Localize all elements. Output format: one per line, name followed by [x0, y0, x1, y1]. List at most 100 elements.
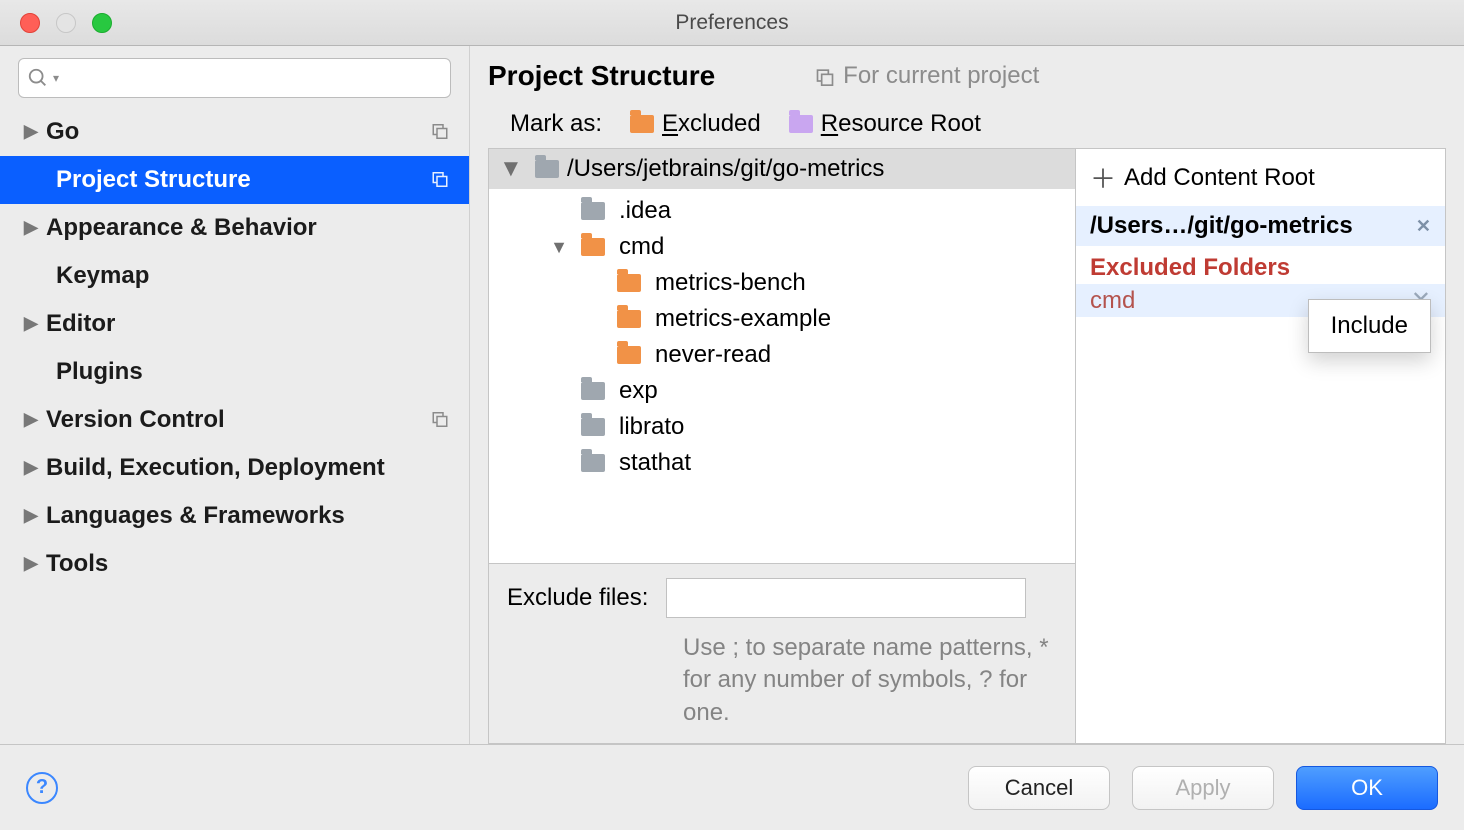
chevron-right-icon: ▶ — [24, 217, 46, 238]
tree-item[interactable]: .idea — [489, 193, 1075, 229]
window-controls — [0, 13, 112, 33]
folder-icon — [581, 382, 605, 400]
tree-item[interactable]: metrics-example — [489, 301, 1075, 337]
mark-resource-label: esource Root — [838, 110, 981, 137]
chevron-right-icon: ▶ — [24, 313, 46, 334]
plus-icon: ＋ — [1090, 159, 1116, 196]
chevron-right-icon: ▶ — [24, 121, 46, 142]
page-title: Project Structure — [488, 60, 715, 92]
chevron-down-icon[interactable]: ▼ — [545, 237, 573, 258]
exclude-files-panel: Exclude files: Use ; to separate name pa… — [489, 563, 1075, 743]
mark-resource-root[interactable]: Resource Root — [789, 110, 981, 138]
chevron-right-icon: ▶ — [24, 553, 46, 574]
tree-item-label: exp — [619, 377, 658, 405]
tree-item-label: stathat — [619, 449, 691, 477]
nav-item-project-structure[interactable]: Project Structure — [0, 156, 469, 204]
tree-item-label: never-read — [655, 341, 771, 369]
tree-item-label: .idea — [619, 197, 671, 225]
tree-item[interactable]: never-read — [489, 337, 1075, 373]
nav-label: Plugins — [56, 358, 143, 386]
dialog-footer: ? Cancel Apply OK — [0, 744, 1464, 830]
minimize-window-button[interactable] — [56, 13, 76, 33]
folder-icon — [581, 454, 605, 472]
preferences-sidebar: ▾ ▶ Go Project Structure ▶ Appearance & … — [0, 46, 470, 744]
tree-item[interactable]: ▼ cmd — [489, 229, 1075, 265]
cancel-button[interactable]: Cancel — [968, 766, 1110, 810]
search-input[interactable] — [59, 67, 442, 90]
apply-button[interactable]: Apply — [1132, 766, 1274, 810]
help-button[interactable]: ? — [26, 772, 58, 804]
nav-item-appearance-behavior[interactable]: ▶ Appearance & Behavior — [0, 204, 469, 252]
tree-item[interactable]: exp — [489, 373, 1075, 409]
ok-button[interactable]: OK — [1296, 766, 1438, 810]
nav-item-version-control[interactable]: ▶ Version Control — [0, 396, 469, 444]
nav-item-languages-frameworks[interactable]: ▶ Languages & Frameworks — [0, 492, 469, 540]
main-panel: Project Structure For current project Ma… — [470, 46, 1464, 744]
folder-icon — [581, 238, 605, 256]
scope-label: For current project — [843, 62, 1039, 90]
mark-excluded[interactable]: Excluded — [630, 110, 761, 138]
nav-item-keymap[interactable]: Keymap — [0, 252, 469, 300]
excluded-folder-label: cmd — [1090, 287, 1135, 315]
nav-label: Editor — [46, 310, 115, 338]
tree-root-row[interactable]: ▼ /Users/jetbrains/git/go-metrics — [489, 149, 1075, 189]
nav-label: Build, Execution, Deployment — [46, 454, 385, 482]
exclude-hint: Use ; to separate name patterns, * for a… — [683, 632, 1057, 729]
tree-item[interactable]: stathat — [489, 445, 1075, 481]
close-window-button[interactable] — [20, 13, 40, 33]
folder-icon — [581, 418, 605, 436]
tree-item[interactable]: metrics-bench — [489, 265, 1075, 301]
nav-label: Project Structure — [56, 166, 251, 194]
nav-item-tools[interactable]: ▶ Tools — [0, 540, 469, 588]
add-content-root-button[interactable]: ＋ Add Content Root — [1076, 149, 1445, 206]
chevron-down-icon[interactable]: ▼ — [499, 155, 527, 183]
preferences-search[interactable]: ▾ — [18, 58, 451, 98]
nav-label: Tools — [46, 550, 108, 578]
nav-item-plugins[interactable]: Plugins — [0, 348, 469, 396]
excluded-folders-header: Excluded Folders — [1076, 246, 1445, 284]
chevron-right-icon: ▶ — [24, 409, 46, 430]
folder-icon — [535, 160, 559, 178]
nav-label: Keymap — [56, 262, 149, 290]
nav-label: Version Control — [46, 406, 225, 434]
context-menu: Include — [1308, 299, 1431, 353]
folder-excluded-icon — [630, 115, 654, 133]
tree-root-label: /Users/jetbrains/git/go-metrics — [567, 155, 884, 183]
nav-item-editor[interactable]: ▶ Editor — [0, 300, 469, 348]
scope-indicator: For current project — [815, 62, 1039, 90]
search-icon — [27, 67, 49, 89]
nav-label: Go — [46, 118, 79, 146]
folder-icon — [617, 310, 641, 328]
folder-icon — [617, 274, 641, 292]
folder-icon — [617, 346, 641, 364]
content-tree: ▼ /Users/jetbrains/git/go-metrics .idea ▼… — [489, 149, 1075, 743]
project-scope-icon — [815, 66, 835, 86]
project-scope-icon — [431, 406, 449, 434]
nav-item-build-execution-deployment[interactable]: ▶ Build, Execution, Deployment — [0, 444, 469, 492]
folder-icon — [581, 202, 605, 220]
remove-root-icon[interactable]: ✕ — [1416, 216, 1431, 237]
tree-item-label: metrics-example — [655, 305, 831, 333]
tree-item-label: metrics-bench — [655, 269, 806, 297]
content-root-path: /Users…/git/go-metrics — [1090, 212, 1353, 240]
project-scope-icon — [431, 118, 449, 146]
tree-item[interactable]: librato — [489, 409, 1075, 445]
tree-item-label: librato — [619, 413, 684, 441]
exclude-files-label: Exclude files: — [507, 584, 648, 612]
chevron-right-icon: ▶ — [24, 457, 46, 478]
content-roots-panel: ＋ Add Content Root /Users…/git/go-metric… — [1075, 149, 1445, 743]
exclude-files-input[interactable] — [666, 578, 1026, 618]
context-menu-include[interactable]: Include — [1311, 306, 1428, 346]
nav-label: Appearance & Behavior — [46, 214, 317, 242]
content-root-item[interactable]: /Users…/git/go-metrics ✕ — [1076, 206, 1445, 246]
nav-item-go[interactable]: ▶ Go — [0, 108, 469, 156]
tree-item-label: cmd — [619, 233, 664, 261]
titlebar: Preferences — [0, 0, 1464, 46]
window-title: Preferences — [0, 11, 1464, 35]
nav-label: Languages & Frameworks — [46, 502, 345, 530]
chevron-right-icon: ▶ — [24, 505, 46, 526]
folder-resource-icon — [789, 115, 813, 133]
mark-as-label: Mark as: — [510, 110, 602, 138]
mark-excluded-label: xcluded — [678, 110, 761, 137]
zoom-window-button[interactable] — [92, 13, 112, 33]
